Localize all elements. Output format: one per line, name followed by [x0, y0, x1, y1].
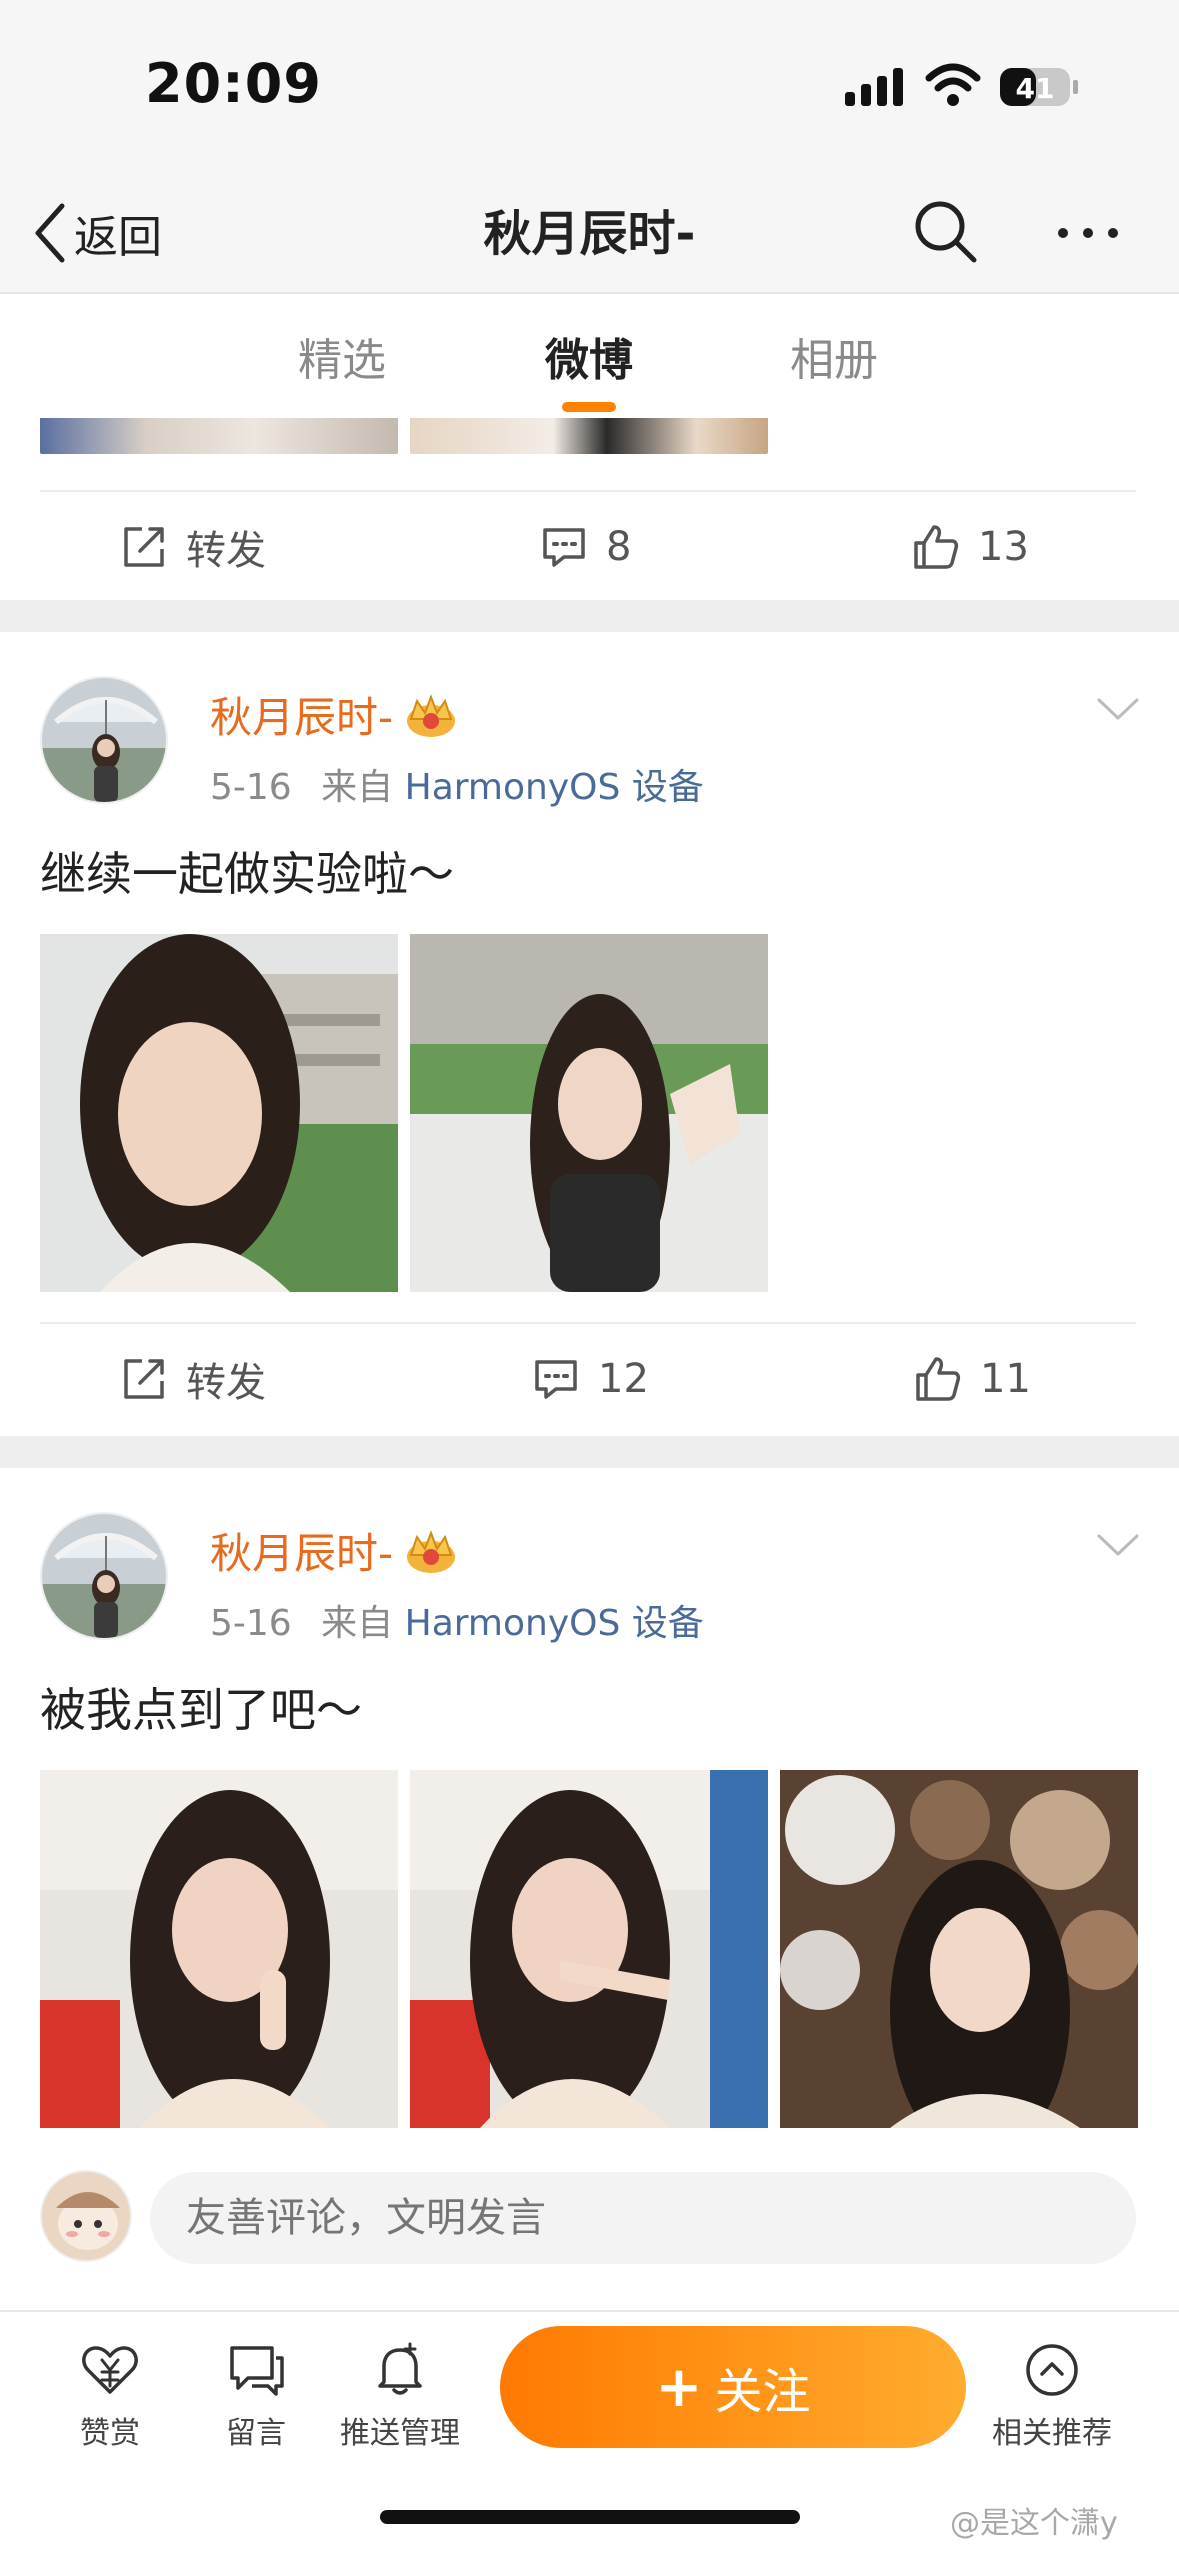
- post-from: 来自: [321, 1603, 394, 1644]
- author-name[interactable]: 秋月辰时-: [210, 1520, 459, 1581]
- watermark: @是这个潇y: [950, 2506, 1118, 2541]
- reward-label: 赞赏: [80, 2416, 140, 2451]
- post-meta: 5-16 来自 HarmonyOS 设备: [210, 758, 704, 810]
- my-avatar-image: [42, 2172, 130, 2260]
- comment-icon: [543, 528, 585, 567]
- author-name[interactable]: 秋月辰时-: [210, 684, 459, 745]
- post-date: 5-16: [210, 767, 292, 808]
- repost-label: 转发: [186, 1360, 266, 1406]
- more-icon[interactable]: [1055, 200, 1121, 266]
- tab-featured[interactable]: 精选: [272, 324, 412, 388]
- repost-icon: [124, 1359, 164, 1399]
- comment-count: 8: [606, 524, 632, 570]
- crown-icon: [407, 693, 456, 737]
- weibo-post: 秋月辰时- 5-16 来自 HarmonyOS 设备 继续一起做实验啦～ 转发 …: [0, 632, 1179, 1442]
- battery-level: 41: [1016, 72, 1055, 105]
- avatar[interactable]: [40, 676, 168, 804]
- bell-icon: [378, 2342, 422, 2395]
- page-title: 秋月辰时-: [483, 206, 696, 262]
- comment-icon: [535, 1360, 577, 1399]
- nav-bar: 返回 秋月辰时-: [0, 170, 1179, 294]
- thumbs-up-icon: [916, 1357, 961, 1401]
- post-image-content: [410, 934, 768, 1292]
- post-from: 来自: [321, 767, 394, 808]
- post-image-content: [40, 1770, 398, 2128]
- profile-tabs: 精选 微博 相册: [0, 296, 1179, 418]
- feed-divider: [0, 1436, 1179, 1468]
- like-count: 13: [978, 524, 1029, 570]
- like-button[interactable]: 13: [912, 514, 1029, 580]
- post-image[interactable]: [40, 1770, 398, 2128]
- message-button[interactable]: 留言: [186, 2340, 326, 2452]
- message-label: 留言: [226, 2416, 286, 2451]
- comment-button[interactable]: 8: [540, 514, 631, 580]
- comment-button[interactable]: 12: [532, 1346, 649, 1412]
- post-text: 继续一起做实验啦～: [40, 847, 454, 901]
- recommend-label: 相关推荐: [992, 2416, 1112, 2451]
- author-label: 秋月辰时-: [210, 1529, 394, 1578]
- post-image[interactable]: [780, 1770, 1138, 2128]
- chevron-down-icon[interactable]: [1095, 1530, 1141, 1560]
- post-image[interactable]: [410, 418, 768, 454]
- search-icon[interactable]: [910, 196, 980, 266]
- post-image[interactable]: [410, 1770, 768, 2128]
- post-meta: 5-16 来自 HarmonyOS 设备: [210, 1594, 704, 1646]
- repost-label: 转发: [186, 528, 266, 574]
- follow-label: 关注: [714, 2364, 811, 2420]
- cellular-signal-icon: [845, 68, 903, 106]
- author-label: 秋月辰时-: [210, 693, 394, 742]
- post-device[interactable]: HarmonyOS 设备: [405, 767, 704, 808]
- tab-album[interactable]: 相册: [764, 324, 904, 388]
- chevron-down-icon[interactable]: [1095, 694, 1141, 724]
- wifi-icon: [925, 63, 981, 106]
- repost-button[interactable]: 转发: [120, 1346, 266, 1412]
- status-time: 20:09: [145, 52, 322, 115]
- related-recommend-button[interactable]: 相关推荐: [982, 2340, 1122, 2452]
- follow-button[interactable]: + 关注: [500, 2326, 966, 2448]
- battery-icon: 41: [1000, 68, 1078, 106]
- post-image[interactable]: [410, 934, 768, 1292]
- post-image-content: [410, 1770, 768, 2128]
- my-avatar: [40, 2170, 132, 2262]
- tab-weibo[interactable]: 微博: [519, 324, 659, 388]
- status-bar: 20:09 41: [0, 0, 1179, 170]
- post-text: 被我点到了吧～: [40, 1683, 362, 1737]
- post-device[interactable]: HarmonyOS 设备: [405, 1603, 704, 1644]
- push-settings-button[interactable]: 推送管理: [330, 2340, 470, 2452]
- thumbs-up-icon: [914, 525, 959, 569]
- post-image-content: [780, 1770, 1138, 2128]
- weibo-post: 秋月辰时- 5-16 来自 HarmonyOS 设备 被我点到了吧～: [0, 1468, 1179, 2148]
- repost-icon: [124, 527, 164, 567]
- message-icon: [230, 2346, 284, 2396]
- post-date: 5-16: [210, 1603, 292, 1644]
- tab-active-indicator: [562, 402, 616, 412]
- post-action-bar: 转发 12 11: [40, 1322, 1136, 1432]
- post-image-content: [40, 934, 398, 1292]
- post-image[interactable]: [40, 934, 398, 1292]
- avatar-image: [42, 1514, 166, 1638]
- feed-divider: [0, 600, 1179, 632]
- crown-icon: [407, 1529, 456, 1573]
- reward-button[interactable]: 赞赏: [40, 2340, 180, 2452]
- avatar-image: [42, 678, 166, 802]
- repost-button[interactable]: 转发: [120, 514, 266, 580]
- push-label: 推送管理: [340, 2416, 460, 2451]
- chevron-up-circle-icon: [1026, 2344, 1078, 2396]
- like-count: 11: [980, 1356, 1031, 1402]
- comment-input[interactable]: [150, 2172, 1136, 2264]
- plus-icon: +: [655, 2354, 703, 2420]
- comment-count: 12: [598, 1356, 649, 1402]
- home-indicator[interactable]: [380, 2510, 800, 2524]
- avatar[interactable]: [40, 1512, 168, 1640]
- post-action-bar: 转发 8 13: [40, 490, 1136, 600]
- like-button[interactable]: 11: [914, 1346, 1031, 1412]
- reward-heart-icon: [82, 2346, 138, 2394]
- post-image[interactable]: [40, 418, 398, 454]
